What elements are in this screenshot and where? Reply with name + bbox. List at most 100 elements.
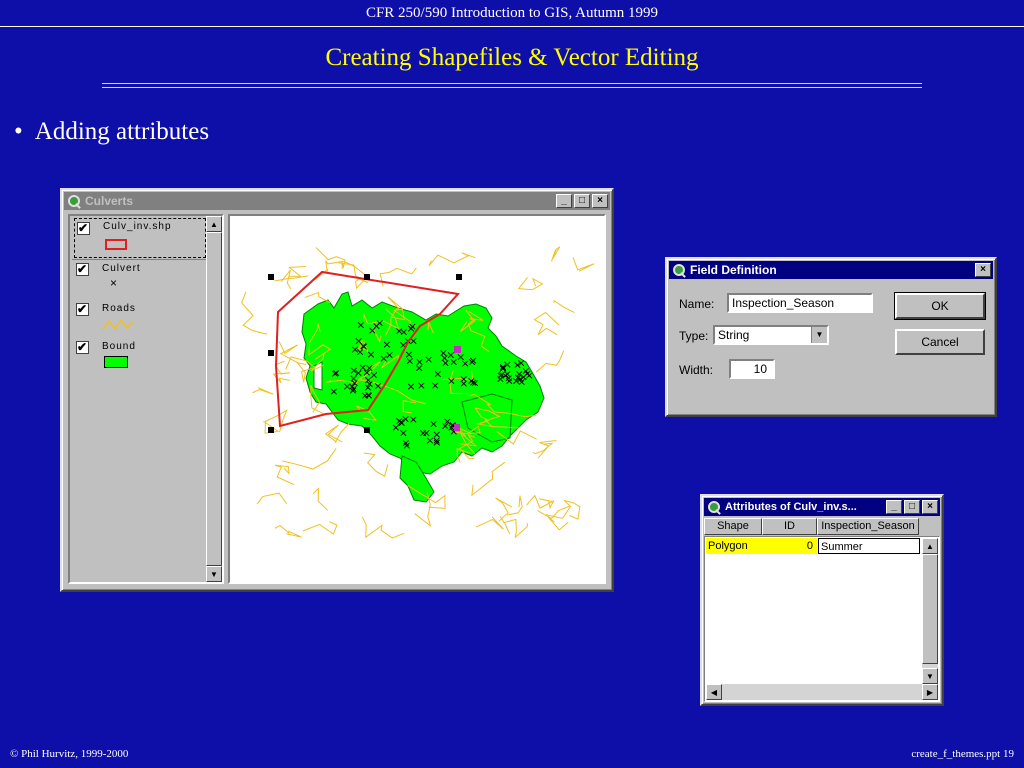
minimize-button[interactable]: _ [886, 500, 902, 514]
road-segment [312, 487, 328, 511]
vertex-marker[interactable] [454, 424, 460, 431]
road-segment [361, 516, 405, 539]
vertex-marker[interactable] [454, 346, 461, 353]
road-segment [545, 499, 581, 520]
field-type-value: String [718, 328, 750, 342]
dialog-icon [672, 263, 686, 278]
culvert-point: × [443, 415, 452, 428]
culvert-point: × [424, 353, 433, 366]
culvert-point: × [459, 377, 468, 390]
theme-name: Roads [102, 303, 136, 314]
attributes-table-window: Attributes of Culv_inv.s... _ □ × Shape … [700, 494, 944, 706]
road-segment [280, 269, 292, 290]
scroll-thumb[interactable] [922, 554, 938, 664]
scroll-up-button[interactable]: ▲ [206, 216, 222, 232]
cell-id[interactable]: 0 [762, 538, 817, 554]
scroll-left-button[interactable]: ◀ [706, 684, 722, 700]
scroll-up-button[interactable]: ▲ [922, 538, 938, 554]
cell-inspection-season[interactable]: Summer [818, 538, 920, 554]
maximize-button[interactable]: □ [904, 500, 920, 514]
culvert-point: × [364, 389, 373, 402]
culvert-point: × [343, 380, 352, 393]
legend-theme-bound[interactable]: ✔ Bound [74, 340, 204, 370]
culvert-point: × [362, 366, 371, 379]
theme-name: Culvert [102, 263, 141, 274]
scroll-right-button[interactable]: ▶ [922, 684, 938, 700]
road-segment [241, 291, 268, 335]
view-titlebar[interactable]: Culverts _ □ × [64, 192, 610, 210]
road-segment [363, 452, 389, 478]
cell-shape[interactable]: Polygon [706, 538, 762, 554]
selection-handle[interactable] [364, 274, 370, 280]
scroll-thumb[interactable] [206, 232, 222, 566]
selection-handle[interactable] [268, 274, 274, 280]
map-display[interactable]: × × × × × × × × × × × × × × × × × × × × × × × × × × × × × × × × × × × × × × × ×… [228, 214, 606, 584]
culvert-point: × [513, 359, 522, 372]
culvert-point: × [521, 365, 530, 378]
scroll-down-button[interactable]: ▼ [206, 566, 222, 582]
culvert-point: × [356, 319, 365, 332]
field-name-input[interactable]: Inspection_Season [727, 293, 873, 313]
road-segment [533, 311, 560, 335]
cancel-button[interactable]: Cancel [895, 329, 985, 355]
road-segment [252, 387, 274, 395]
road-segment [324, 422, 350, 444]
close-button[interactable]: × [975, 263, 991, 277]
legend-theme-culvert[interactable]: ✔ Culvert × [74, 262, 204, 292]
footer-slide-info: create_f_themes.ppt 19 [911, 748, 1014, 760]
culvert-point: × [401, 413, 410, 426]
field-width-input[interactable]: 10 [729, 359, 775, 379]
culvert-point: × [417, 379, 426, 392]
fill-symbol [104, 356, 128, 368]
dialog-titlebar[interactable]: Field Definition × [669, 261, 993, 279]
field-type-select[interactable]: String ▼ [713, 325, 829, 345]
column-header-inspection-season[interactable]: Inspection_Season [817, 518, 919, 535]
road-segment [274, 524, 302, 538]
legend-theme-culv-inv[interactable]: ✔ Culv_inv.shp [74, 218, 206, 258]
culvert-point: × [349, 364, 358, 377]
road-segment [274, 464, 295, 486]
column-header-id[interactable]: ID [762, 518, 817, 535]
theme-name: Culv_inv.shp [103, 221, 172, 232]
selection-handle[interactable] [268, 350, 274, 356]
legend-theme-roads[interactable]: ✔ Roads [74, 302, 204, 334]
selection-handle[interactable] [268, 427, 274, 433]
theme-checkbox[interactable]: ✔ [76, 263, 89, 276]
close-button[interactable]: × [922, 500, 938, 514]
column-header-shape[interactable]: Shape [704, 518, 762, 535]
road-segment [428, 252, 476, 267]
table-title: Attributes of Culv_inv.s... [725, 501, 857, 513]
selection-handle[interactable] [456, 274, 462, 280]
table-horizontal-scrollbar[interactable] [706, 684, 938, 700]
scroll-down-button[interactable]: ▼ [922, 668, 938, 684]
selection-handle[interactable] [364, 427, 370, 433]
minimize-button[interactable]: _ [556, 194, 572, 208]
culvert-point: × [350, 343, 359, 356]
culvert-point: × [402, 439, 411, 452]
field-definition-dialog: Field Definition × Name: Inspection_Seas… [665, 257, 997, 417]
theme-checkbox[interactable]: ✔ [76, 341, 89, 354]
road-segment [495, 497, 513, 522]
road-segment [304, 291, 331, 304]
name-label: Name: [679, 297, 715, 311]
road-segment [551, 246, 561, 262]
road-segment [517, 277, 544, 291]
culvert-point: × [432, 434, 441, 447]
ok-button[interactable]: OK [894, 292, 986, 320]
close-button[interactable]: × [592, 194, 608, 208]
theme-name: Bound [102, 341, 136, 352]
culvert-point: × [368, 324, 377, 337]
maximize-button[interactable]: □ [574, 194, 590, 208]
theme-legend: ✔ Culv_inv.shp ✔ Culvert × ✔ Roads ✔ Bou… [68, 214, 224, 584]
theme-checkbox[interactable]: ✔ [77, 222, 90, 235]
road-segment [288, 265, 306, 277]
title-rule [102, 83, 922, 84]
map-canvas[interactable]: ×××× × ×××× ×××××××× ×××××× ×× ××××××× ×××××× ××… [230, 216, 604, 582]
theme-checkbox[interactable]: ✔ [76, 303, 89, 316]
dropdown-arrow-icon[interactable]: ▼ [811, 327, 827, 343]
polygon-symbol [105, 239, 127, 250]
table-titlebar[interactable]: Attributes of Culv_inv.s... _ □ × [704, 498, 940, 516]
culvert-point: × [419, 426, 428, 439]
road-segment [282, 448, 337, 470]
table-grid [704, 536, 940, 702]
